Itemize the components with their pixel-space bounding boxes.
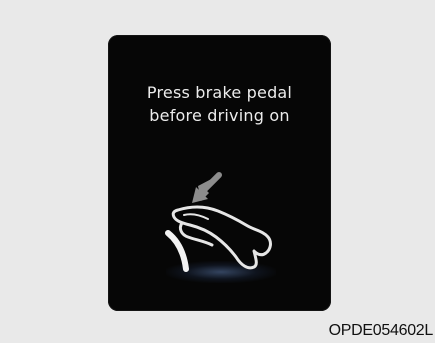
cluster-display-screen: Press brake pedal before driving on xyxy=(108,35,331,311)
brake-pedal-illustration xyxy=(165,172,272,272)
figure-frame: Press brake pedal before driving on OPDE… xyxy=(0,0,435,343)
arrow-down-left-icon xyxy=(192,172,222,203)
figure-code-caption: OPDE054602L xyxy=(328,322,434,339)
foot-on-brake-pedal-icon xyxy=(165,205,272,272)
